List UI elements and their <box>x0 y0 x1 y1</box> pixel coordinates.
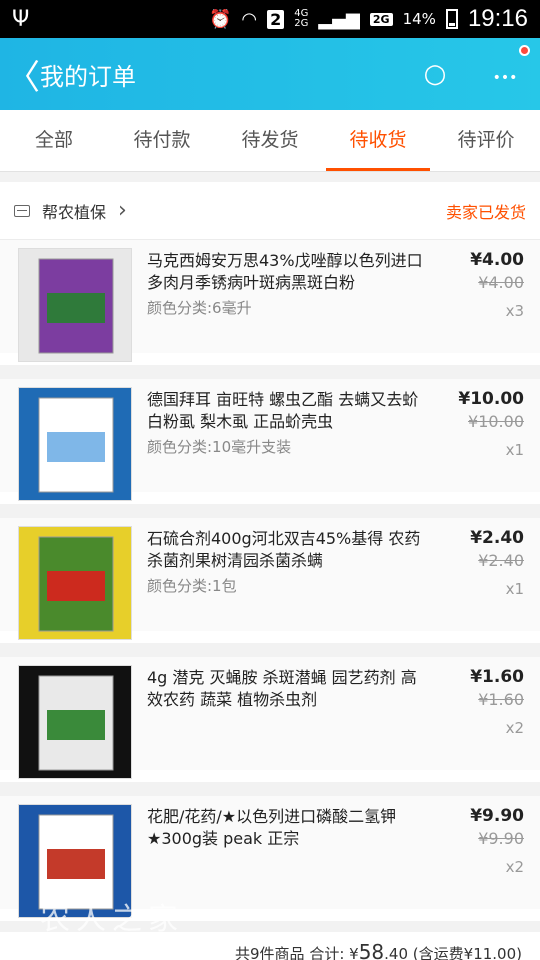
total-dec: .40 <box>384 945 409 960</box>
order-item[interactable]: 石硫合剂400g河北双吉45%基得 农药杀菌剂果树清园杀菌杀螨颜色分类:1包 ¥2… <box>0 518 540 643</box>
product-quantity: x2 <box>505 719 524 737</box>
notification-dot <box>519 45 530 56</box>
chevron-right-icon: › <box>118 198 127 223</box>
tab-to-review[interactable]: 待评价 <box>432 110 540 171</box>
total-symbol: ¥ <box>349 945 359 960</box>
product-quantity: x3 <box>505 302 524 320</box>
page-title: 我的订单 <box>40 62 136 91</box>
sim-badge: 2 <box>267 9 285 29</box>
network-indicator: 4G 2G <box>294 8 309 29</box>
product-quantity: x1 <box>505 441 524 459</box>
usb-icon: Ψ <box>12 6 30 32</box>
product-name[interactable]: 石硫合剂400g河北双吉45%基得 农药杀菌剂果树清园杀菌杀螨 <box>147 528 432 572</box>
alarm-icon: ⏰ <box>208 8 232 30</box>
original-price: ¥10.00 <box>468 412 524 431</box>
item-count: 共9件商品 <box>234 945 305 960</box>
store-icon <box>14 204 30 217</box>
shop-name[interactable]: 帮农植保 <box>42 199 106 223</box>
original-price: ¥4.00 <box>478 273 524 292</box>
battery-percent: 14% <box>402 10 436 28</box>
search-icon[interactable]: ○ <box>400 59 470 89</box>
product-thumbnail[interactable] <box>18 248 132 362</box>
total-label: 合计: <box>309 945 345 960</box>
wifi-icon: ◠ <box>241 8 258 30</box>
clock: 19:16 <box>467 5 528 32</box>
product-spec: 颜色分类:10毫升支装 <box>147 438 292 456</box>
back-icon[interactable]: 〈 <box>6 50 40 99</box>
tab-to-ship[interactable]: 待发货 <box>216 110 324 171</box>
product-name[interactable]: 马克西姆安万思43%戊唑醇以色列进口多肉月季锈病叶斑病黑斑白粉 <box>147 250 432 294</box>
more-icon[interactable]: ••• <box>470 45 540 89</box>
order-status: 卖家已发货 <box>445 202 526 222</box>
status-bar: Ψ ⏰ ◠ 2 4G 2G ▂▄▆ 2G 14% 19:16 <box>0 0 540 38</box>
original-price: ¥9.90 <box>478 829 524 848</box>
product-price: ¥10.00 <box>458 389 524 409</box>
shipping-fee: (含运费¥11.00) <box>412 945 522 960</box>
product-name[interactable]: 德国拜耳 亩旺特 螺虫乙酯 去螨又去蚧 白粉虱 梨木虱 正品蚧壳虫 <box>147 389 432 433</box>
product-price: ¥4.00 <box>470 250 524 270</box>
more-dots: ••• <box>492 70 518 86</box>
product-name[interactable]: 花肥/花药/★以色列进口磷酸二氢钾★300g装 peak 正宗 <box>147 806 432 850</box>
order-item[interactable]: 4g 潜克 灭蝇胺 杀斑潜蝇 园艺药剂 高效农药 蔬菜 植物杀虫剂 ¥1.60 ¥1… <box>0 657 540 782</box>
product-price: ¥1.60 <box>470 667 524 687</box>
product-quantity: x2 <box>505 858 524 876</box>
shop-header[interactable]: 帮农植保 › 卖家已发货 <box>0 182 540 240</box>
product-price: ¥9.90 <box>470 806 524 826</box>
product-thumbnail[interactable] <box>18 387 132 501</box>
network-box: 2G <box>369 12 393 26</box>
product-thumbnail[interactable] <box>18 526 132 640</box>
original-price: ¥2.40 <box>478 551 524 570</box>
product-price: ¥2.40 <box>470 528 524 548</box>
product-spec: 颜色分类:6毫升 <box>147 299 252 317</box>
total-int: 58 <box>358 940 385 960</box>
product-quantity: x1 <box>505 580 524 598</box>
battery-icon <box>445 9 458 29</box>
tab-to-pay[interactable]: 待付款 <box>108 110 216 171</box>
product-name[interactable]: 4g 潜克 灭蝇胺 杀斑潜蝇 园艺药剂 高效农药 蔬菜 植物杀虫剂 <box>147 667 432 711</box>
order-tabs: 全部 待付款 待发货 待收货 待评价 <box>0 110 540 172</box>
order-item[interactable]: 德国拜耳 亩旺特 螺虫乙酯 去螨又去蚧 白粉虱 梨木虱 正品蚧壳虫颜色分类:10… <box>0 379 540 504</box>
order-item[interactable]: 马克西姆安万思43%戊唑醇以色列进口多肉月季锈病叶斑病黑斑白粉颜色分类:6毫升 ¥… <box>0 240 540 365</box>
nav-bar: 〈 我的订单 ○ ••• <box>0 38 540 110</box>
product-thumbnail[interactable] <box>18 665 132 779</box>
watermark: 农人之家 <box>40 902 184 937</box>
signal-icon: ▂▄▆ <box>318 8 360 30</box>
original-price: ¥1.60 <box>478 690 524 709</box>
tab-all[interactable]: 全部 <box>0 110 108 171</box>
tab-to-receive[interactable]: 待收货 <box>324 110 432 171</box>
product-spec: 颜色分类:1包 <box>147 577 237 595</box>
